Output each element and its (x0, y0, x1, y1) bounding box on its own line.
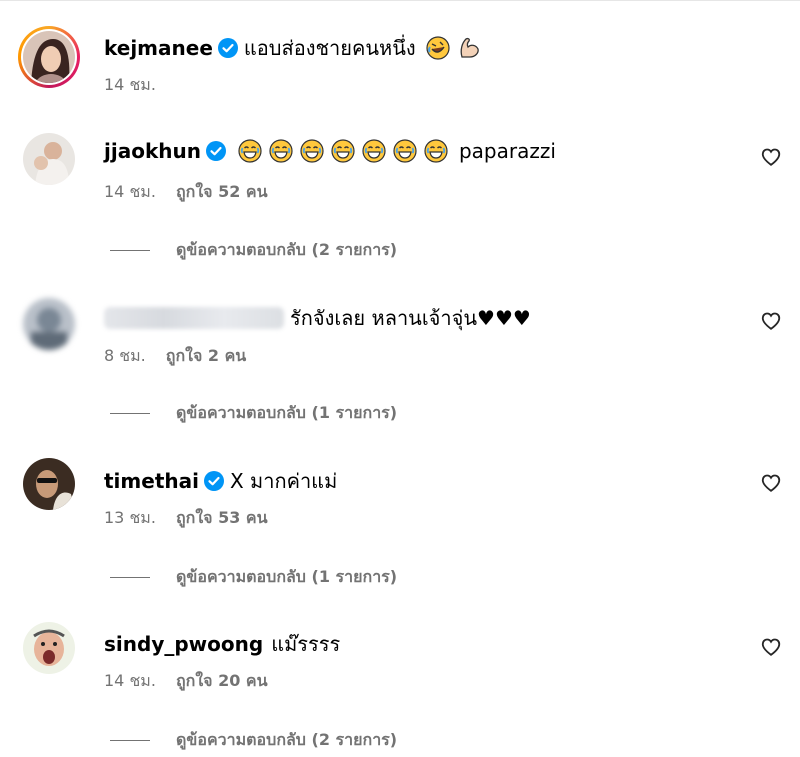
comment-likes[interactable]: ถูกใจ 53 คน (176, 506, 268, 531)
view-replies-label: ดูข้อความตอบกลับ (1 รายการ) (176, 567, 398, 586)
avatar[interactable] (23, 31, 75, 83)
grinning-emoji (300, 139, 324, 163)
comment-text: แม๊รรรร (271, 632, 341, 656)
comment-text: paparazzi (458, 139, 556, 163)
comment-likes[interactable]: ถูกใจ 52 คน (176, 180, 268, 205)
grinning-emoji (424, 139, 448, 163)
comment-time: 8 ชม. (104, 346, 146, 365)
comment-likes[interactable]: ถูกใจ 2 คน (166, 344, 246, 369)
comment-username[interactable]: timethai (104, 469, 199, 493)
view-replies-button[interactable]: ดูข้อความตอบกลับ (2 รายการ) (110, 238, 397, 263)
comment-text: X มากค่าแม่ (229, 469, 338, 493)
grinning-emoji (238, 139, 262, 163)
grinning-emoji (362, 139, 386, 163)
view-replies-button[interactable]: ดูข้อความตอบกลับ (2 รายการ) (110, 728, 397, 753)
heart-outline-icon[interactable] (760, 472, 782, 494)
flexed-biceps-emoji (457, 36, 481, 60)
grinning-emoji (331, 139, 355, 163)
verified-badge-icon (217, 38, 238, 58)
view-replies-label: ดูข้อความตอบกลับ (1 รายการ) (176, 403, 398, 422)
view-replies-button[interactable]: ดูข้อความตอบกลับ (1 รายการ) (110, 565, 397, 590)
post-time: 14 ชม. (104, 75, 156, 94)
view-replies-label: ดูข้อความตอบกลับ (2 รายการ) (176, 730, 398, 749)
view-replies-button[interactable]: ดูข้อความตอบกลับ (1 รายการ) (110, 401, 397, 426)
comment-time: 14 ชม. (104, 182, 156, 201)
post-username[interactable]: kejmanee (104, 36, 213, 60)
blurred-username (104, 307, 284, 329)
comment-time: 13 ชม. (104, 508, 156, 527)
comment-text: รักจังเลย หลานเจ้าจุ่น♥♥♥ (290, 306, 531, 330)
rolling-laugh-emoji (426, 36, 450, 60)
heart-outline-icon[interactable] (760, 310, 782, 332)
story-ring[interactable] (18, 26, 80, 88)
comment-time: 14 ชม. (104, 671, 156, 690)
comment-username[interactable]: sindy_pwoong (104, 632, 263, 656)
verified-badge-icon (203, 471, 224, 491)
avatar[interactable] (23, 622, 75, 674)
heart-outline-icon[interactable] (760, 636, 782, 658)
top-divider (0, 0, 800, 1)
verified-badge-icon (205, 141, 226, 161)
post-caption-text: แอบส่องชายคนหนึ่ง (243, 36, 416, 60)
reply-divider (110, 577, 150, 578)
avatar[interactable] (23, 458, 75, 510)
comment-username[interactable]: jjaokhun (104, 139, 201, 163)
comment-likes[interactable]: ถูกใจ 20 คน (176, 669, 268, 694)
grinning-emoji (393, 139, 417, 163)
reply-divider (110, 413, 150, 414)
avatar[interactable] (23, 133, 75, 185)
reply-divider (110, 740, 150, 741)
avatar[interactable] (23, 298, 75, 350)
heart-outline-icon[interactable] (760, 146, 782, 168)
view-replies-label: ดูข้อความตอบกลับ (2 รายการ) (176, 240, 398, 259)
reply-divider (110, 250, 150, 251)
grinning-emoji (269, 139, 293, 163)
